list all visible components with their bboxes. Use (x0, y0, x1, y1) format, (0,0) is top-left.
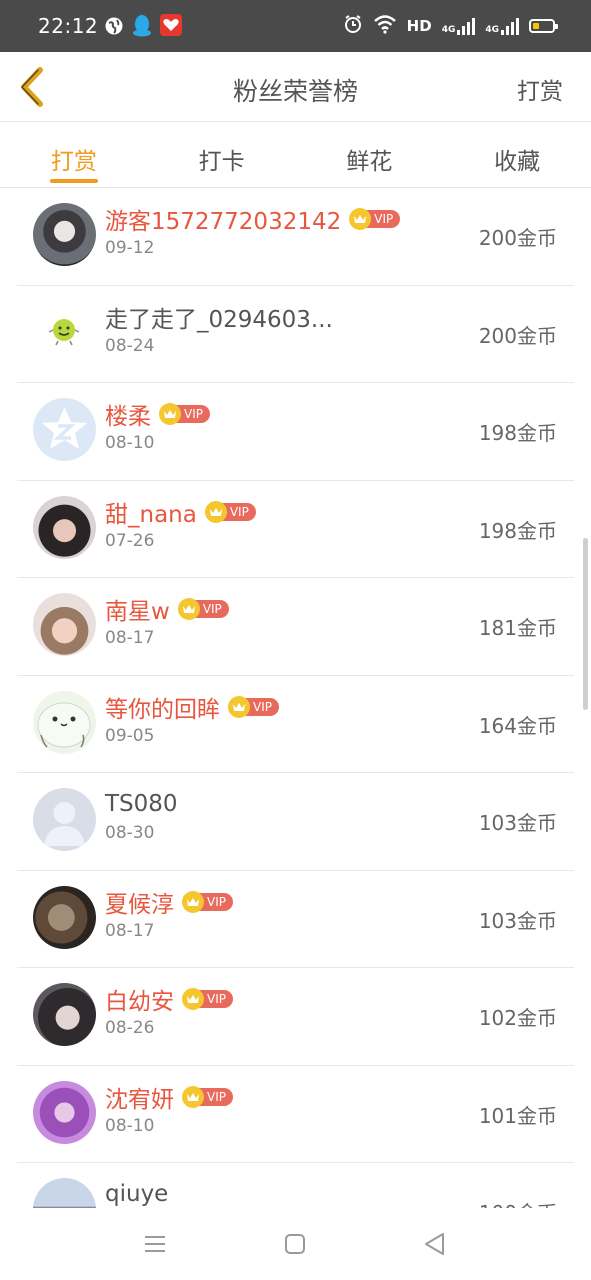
avatar[interactable] (33, 885, 96, 949)
list-item[interactable]: 甜_nana VIP 07-26 198金币 (17, 481, 574, 578)
tab-flowers[interactable]: 鲜花 (296, 122, 444, 187)
fan-name: TS080 (105, 791, 178, 817)
fan-date: 08-26 (105, 1018, 155, 1038)
fan-date: 08-17 (105, 628, 155, 648)
system-nav-bar (0, 1208, 591, 1280)
avatar[interactable] (33, 1080, 96, 1144)
crown-icon (204, 500, 227, 523)
fan-name: 游客1572772032142 (105, 209, 342, 235)
fan-name: 楼柔 (105, 404, 151, 430)
fan-date: 07-26 (105, 530, 155, 551)
avatar[interactable] (33, 398, 96, 461)
fan-name: qiuye (105, 1181, 169, 1207)
alarm-icon (343, 14, 363, 38)
coin-amount: 100金币 (479, 1197, 557, 1208)
tab-checkin[interactable]: 打卡 (148, 122, 296, 187)
coin-amount: 102金币 (478, 1006, 557, 1030)
list-item[interactable]: 白幼安 VIP 08-26 102金币 (17, 968, 574, 1066)
crown-icon (182, 988, 204, 1010)
list-item[interactable]: 楼柔 VIP 08-10 198金币 (17, 383, 574, 481)
list-item[interactable]: 等你的回眸 VIP 09-05 164金币 (17, 676, 574, 773)
smiley-icon (48, 318, 80, 345)
coin-amount: 200金币 (478, 323, 557, 348)
crown-icon (182, 1085, 204, 1108)
coin-amount: 101金币 (478, 1103, 557, 1128)
fan-list: 游客1572772032142 VIP 09-12 200金币 走了走了_029… (0, 188, 591, 1208)
fan-name: 沈宥妍 (105, 1086, 174, 1113)
fan-date: 08-30 (105, 823, 155, 843)
menu-icon[interactable] (141, 1230, 169, 1258)
vip-badge: VIP (182, 988, 233, 1010)
vip-badge: VIP (349, 208, 401, 230)
tab-reward[interactable]: 打赏 (0, 122, 148, 187)
tab-bar: 打赏 打卡 鲜花 收藏 (0, 122, 591, 188)
vip-badge: VIP (204, 500, 256, 523)
vip-badge: VIP (159, 403, 210, 425)
hd-indicator: HD (406, 17, 432, 35)
list-item[interactable]: 南星w VIP 08-17 181金币 (17, 578, 574, 676)
back-icon[interactable] (421, 1230, 449, 1258)
crown-icon (228, 695, 250, 718)
avatar[interactable] (33, 690, 96, 754)
crown-icon (177, 598, 200, 620)
fan-date: 09-12 (105, 238, 155, 258)
status-bar: 22:12 HD 4G 4G (0, 0, 591, 52)
avatar[interactable] (33, 1178, 96, 1208)
fan-name: 甜_nana (105, 501, 197, 528)
list-item[interactable]: 沈宥妍 VIP 08-10 101金币 (17, 1066, 574, 1163)
coin-amount: 164金币 (478, 713, 557, 738)
signal-icon: 4G (442, 17, 476, 35)
coin-amount: 103金币 (478, 908, 557, 933)
wifi-icon (373, 14, 397, 38)
fan-name: 南星w (105, 599, 170, 625)
cartoon-avatar-icon (37, 702, 91, 748)
fan-date: 08-24 (105, 335, 155, 356)
vip-badge: VIP (228, 695, 279, 718)
default-star-avatar-icon (42, 407, 87, 449)
list-item[interactable]: 游客1572772032142 VIP 09-12 200金币 (17, 188, 574, 286)
home-icon[interactable] (281, 1230, 309, 1258)
crown-icon (159, 403, 181, 425)
list-item[interactable]: 走了走了_0294603... 08-24 200金币 (17, 286, 574, 383)
heart-app-icon (160, 14, 182, 40)
list-item[interactable]: 夏候淳 VIP 08-17 103金币 (17, 871, 574, 968)
fan-date: 08-17 (105, 920, 155, 941)
coin-amount: 181金币 (478, 616, 557, 640)
vip-badge: VIP (182, 1085, 233, 1108)
coin-amount: 103金币 (478, 811, 557, 835)
fan-date: 09-05 (105, 725, 155, 746)
fan-date: 08-10 (105, 433, 155, 453)
fan-name: 走了走了_0294603... (105, 306, 333, 333)
avatar[interactable] (33, 788, 96, 851)
avatar[interactable] (33, 495, 96, 559)
default-user-avatar-icon (44, 802, 85, 846)
fan-name: 白幼安 (105, 989, 174, 1015)
fan-name: 等你的回眸 (105, 696, 220, 723)
list-item[interactable]: TS080 08-30 103金币 (17, 773, 574, 871)
coin-amount: 200金币 (478, 226, 557, 250)
list-item[interactable]: qiuye 100金币 (17, 1163, 574, 1208)
app-header: 粉丝荣誉榜 打赏 (0, 52, 591, 122)
scrollbar[interactable] (583, 538, 588, 710)
tab-favorites[interactable]: 收藏 (443, 122, 591, 187)
avatar[interactable] (33, 983, 96, 1046)
page-title: 粉丝荣誉榜 (232, 77, 358, 106)
avatar[interactable] (33, 300, 96, 364)
fan-date: 08-10 (105, 1115, 155, 1136)
battery-icon (529, 19, 558, 33)
status-time: 22:12 (38, 14, 99, 38)
coin-amount: 198金币 (478, 421, 557, 445)
reward-button[interactable]: 打赏 (517, 72, 563, 106)
avatar[interactable] (33, 593, 96, 656)
qq-icon (132, 14, 152, 42)
globe-icon (104, 16, 124, 40)
signal-icon: 4G (485, 17, 519, 35)
crown-icon (182, 890, 204, 913)
fan-name: 夏候淳 (105, 891, 174, 918)
coin-amount: 198金币 (478, 518, 557, 543)
avatar[interactable] (33, 203, 96, 266)
vip-badge: VIP (177, 598, 229, 620)
vip-badge: VIP (182, 890, 233, 913)
